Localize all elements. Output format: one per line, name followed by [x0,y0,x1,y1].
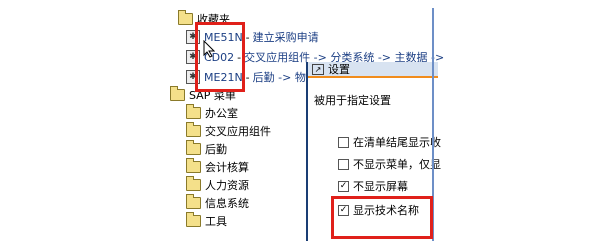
checkbox[interactable] [338,158,349,170]
folder-icon [186,176,201,191]
folder-icon [186,212,201,227]
menu-item-office[interactable]: 办公室 [186,104,238,122]
option-hide-screen[interactable]: ✓ 不显示屏幕 [338,178,408,194]
dialog-subtitle: 被用于指定设置 [314,94,391,107]
option-show-favorites-end[interactable]: 在清单结尾显示收 [338,134,441,150]
dialog-title-bar: ↗ 设置 [308,62,438,78]
folder-icon [186,104,201,119]
menu-item-tools[interactable]: 工具 [186,212,227,230]
checkbox[interactable] [338,136,349,148]
menu-item-cross-app[interactable]: 交叉应用组件 [186,122,271,140]
menu-item-hr[interactable]: 人力资源 [186,176,249,194]
settings-icon: ↗ [312,63,324,75]
folder-icon [170,86,185,101]
folder-icon [186,122,201,137]
folder-icon [178,10,193,25]
checkbox[interactable]: ✓ [338,180,349,192]
menu-item-accounting[interactable]: 会计核算 [186,158,249,176]
folder-icon [186,158,201,173]
dialog-title: 设置 [328,63,350,76]
option-hide-menu[interactable]: 不显示菜单，仅显 [338,156,441,172]
favorites-code-highlight [195,22,245,92]
tech-name-highlight [331,196,433,239]
folder-icon [186,140,201,155]
menu-item-logistics[interactable]: 后勤 [186,140,227,158]
menu-item-info-systems[interactable]: 信息系统 [186,194,249,212]
folder-icon [186,194,201,209]
favorite-desc: 建立采购申请 [252,31,319,44]
